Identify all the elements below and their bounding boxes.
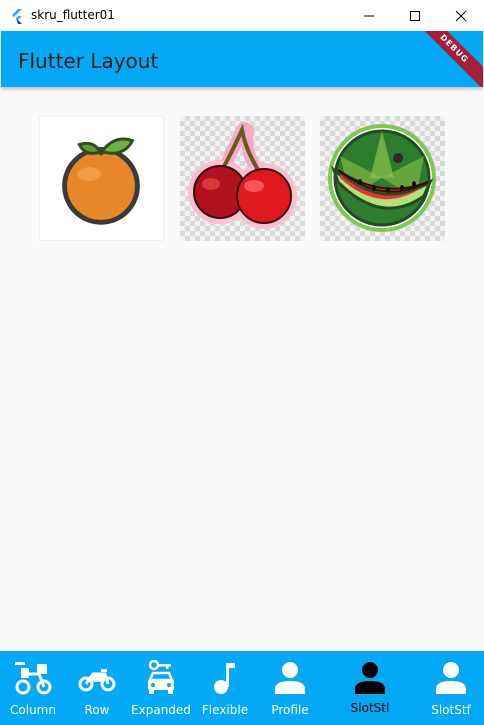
- watermelon-fruit-icon: [328, 124, 436, 232]
- bike-delivery-icon: [15, 662, 52, 695]
- page-title: Flutter Layout: [18, 49, 159, 73]
- maximize-button[interactable]: [392, 0, 438, 31]
- close-button[interactable]: [438, 0, 484, 31]
- orange-fruit-icon: [62, 137, 140, 225]
- debug-banner: DEBUG: [409, 31, 483, 87]
- nav-label-profile: Profile: [271, 703, 309, 717]
- cherry-tile: [180, 116, 305, 241]
- nav-label-slotstl: SlotStl: [350, 701, 390, 715]
- nav-label-slotstf: SlotStf: [431, 703, 471, 717]
- music-note-icon: [214, 663, 235, 694]
- nav-item-column[interactable]: Column: [0, 651, 66, 725]
- person-icon: [355, 662, 385, 694]
- close-icon: [455, 10, 467, 21]
- cherry-fruit-icon: [188, 122, 297, 229]
- watermelon-tile: [320, 116, 445, 241]
- nav-item-slotstf[interactable]: SlotStf: [418, 651, 484, 725]
- minimize-icon: [364, 15, 374, 16]
- window-title: skru_flutter01: [31, 8, 115, 22]
- nav-item-expanded[interactable]: Expanded: [128, 651, 194, 725]
- nav-item-row[interactable]: Row: [64, 651, 130, 725]
- car-key-icon: [148, 660, 174, 694]
- nav-label-column: Column: [10, 703, 56, 717]
- nav-label-expanded: Expanded: [131, 703, 191, 717]
- nav-item-flexible[interactable]: Flexible: [192, 651, 258, 725]
- minimize-button[interactable]: [346, 0, 392, 31]
- nav-label-flexible: Flexible: [201, 703, 249, 717]
- person-icon: [275, 662, 305, 694]
- window-title-bar: skru_flutter01: [0, 0, 484, 32]
- nav-item-slotstl[interactable]: SlotStl: [337, 651, 403, 725]
- flutter-logo-icon: [12, 9, 22, 24]
- nav-item-profile[interactable]: Profile: [257, 651, 323, 725]
- orange-tile: [39, 116, 164, 241]
- nav-label-row: Row: [84, 703, 110, 717]
- person-icon: [436, 662, 466, 694]
- bottom-navigation-bar: Column Row Expanded Flexible Profile Slo…: [0, 651, 484, 725]
- motorcycle-icon: [78, 669, 116, 692]
- maximize-icon: [410, 10, 420, 21]
- app-bar: Flutter Layout DEBUG: [1, 31, 483, 87]
